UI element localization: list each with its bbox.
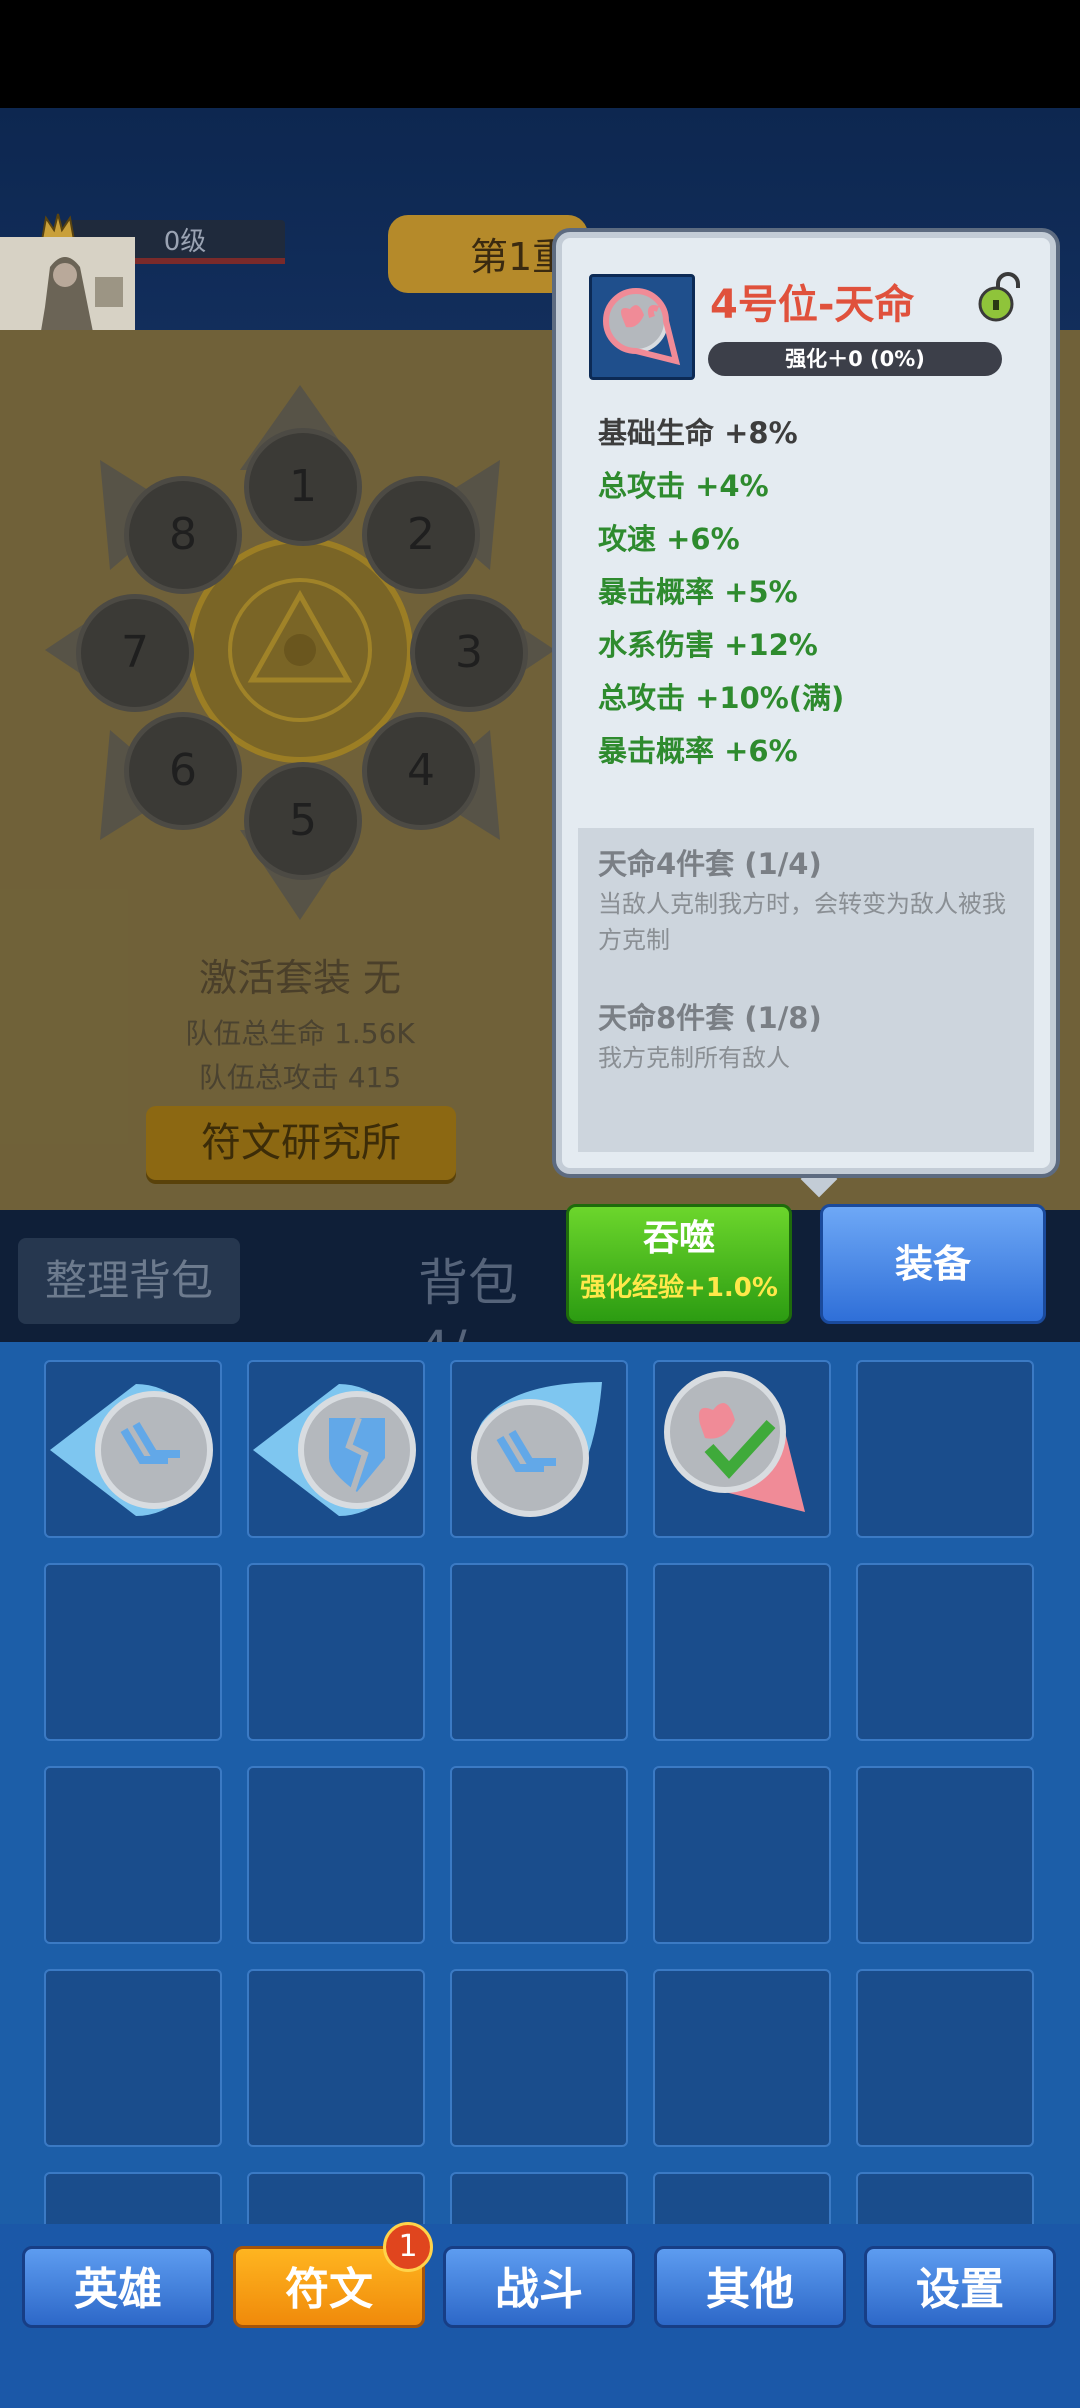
bag-slot-15[interactable] <box>856 1766 1034 1944</box>
devour-label: 吞噬 <box>642 1218 715 1259</box>
notification-badge: 1 <box>383 2222 433 2272</box>
bag-slot-20[interactable] <box>856 1969 1034 2147</box>
set-bonus-8-head: 天命8件套 (1/8) <box>598 1001 822 1035</box>
bag-count-label: 背包 4/ <box>418 1254 518 1378</box>
bag-slot-16[interactable] <box>44 1969 222 2147</box>
rune-slot-2[interactable]: 2 <box>362 476 480 594</box>
double-arrow-rune-icon <box>50 1384 213 1516</box>
bag-slot-5[interactable] <box>856 1360 1034 1538</box>
bag-slot-21[interactable] <box>44 2172 222 2224</box>
rune-research-button[interactable]: 符文研究所 <box>146 1106 456 1180</box>
devour-exp-label: 强化经验+1.0% <box>580 1273 778 1303</box>
top-black-bar <box>0 0 1080 108</box>
active-set-label: 激活套装 无 <box>198 956 402 1000</box>
tab-settings[interactable]: 设置 <box>864 2246 1056 2328</box>
bag-slot-7[interactable] <box>247 1563 425 1741</box>
set-bonus-4-head: 天命4件套 (1/4) <box>598 847 822 881</box>
bag-slot-25[interactable] <box>856 2172 1034 2224</box>
stat-line-4: 暴击概率 +5% <box>598 575 798 609</box>
rune-slot-1[interactable]: 1 <box>244 428 362 546</box>
rune-slot-7[interactable]: 7 <box>76 594 194 712</box>
stat-line-1: 基础生命 +8% <box>598 416 798 450</box>
rune-slot-5[interactable]: 5 <box>244 762 362 880</box>
bag-slot-8[interactable] <box>450 1563 628 1741</box>
bag-slot-12[interactable] <box>247 1766 425 1944</box>
rune-slot-3[interactable]: 3 <box>410 594 528 712</box>
bag-slot-11[interactable] <box>44 1766 222 1944</box>
team-atk-label: 队伍总攻击 415 <box>198 1061 402 1094</box>
rune-slot-8[interactable]: 8 <box>124 476 242 594</box>
bag-grid <box>0 1342 1080 2224</box>
set-bonus-8-desc: 我方克制所有敌人 <box>598 1044 790 1072</box>
stat-line-2: 总攻击 +4% <box>598 469 769 503</box>
heart-check-rune-icon <box>664 1371 805 1512</box>
bag-slot-23[interactable] <box>450 2172 628 2224</box>
bag-slot-4[interactable] <box>653 1360 831 1538</box>
rune-slot-6[interactable]: 6 <box>124 712 242 830</box>
bag-slot-24[interactable] <box>653 2172 831 2224</box>
bag-slot-10[interactable] <box>856 1563 1034 1741</box>
bag-slot-19[interactable] <box>653 1969 831 2147</box>
stat-line-6: 总攻击 +10%(满) <box>598 681 845 715</box>
bag-slot-9[interactable] <box>653 1563 831 1741</box>
set-bonus-4-desc: 当敌人克制我方时，会转变为敌人被我方克制 <box>598 890 1006 954</box>
tab-other[interactable]: 其他 <box>654 2246 846 2328</box>
unlock-icon[interactable] <box>972 270 1028 326</box>
bag-slot-18[interactable] <box>450 1969 628 2147</box>
bag-slot-13[interactable] <box>450 1766 628 1944</box>
bag-slot-3[interactable] <box>450 1360 628 1538</box>
rune-item-icon <box>589 274 695 380</box>
stat-line-5: 水系伤害 +12% <box>598 628 818 662</box>
rune-title: 4号位-天命 <box>710 282 915 328</box>
stat-line-3: 攻速 +6% <box>598 522 740 556</box>
bag-slot-22[interactable] <box>247 2172 425 2224</box>
sort-bag-button[interactable]: 整理背包 <box>18 1238 240 1324</box>
tab-hero[interactable]: 英雄 <box>22 2246 214 2328</box>
tab-battle[interactable]: 战斗 <box>443 2246 635 2328</box>
cracked-shield-rune-icon <box>253 1384 416 1516</box>
rune-slot-4[interactable]: 4 <box>362 712 480 830</box>
enhance-level-bar: 强化＋0 (0%) <box>708 342 1002 376</box>
bag-slot-17[interactable] <box>247 1969 425 2147</box>
stat-line-7: 暴击概率 +6% <box>598 734 798 768</box>
bag-slot-2[interactable] <box>247 1360 425 1538</box>
team-hp-label: 队伍总生命 1.56K <box>185 1017 415 1050</box>
bag-slot-6[interactable] <box>44 1563 222 1741</box>
equip-button[interactable]: 装备 <box>820 1204 1046 1324</box>
double-arrow-rune-icon <box>471 1382 602 1517</box>
bag-slot-1[interactable] <box>44 1360 222 1538</box>
bag-slot-14[interactable] <box>653 1766 831 1944</box>
